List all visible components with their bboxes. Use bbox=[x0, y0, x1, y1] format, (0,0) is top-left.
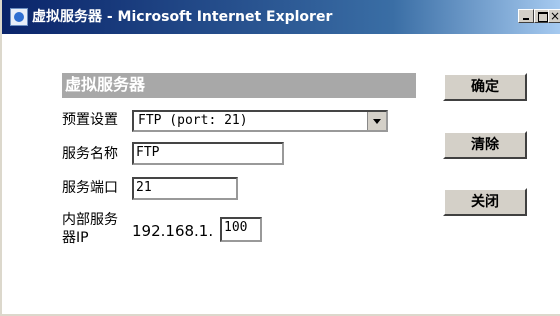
ie-icon bbox=[10, 8, 28, 26]
close-icon: × bbox=[550, 9, 560, 23]
close-window-button[interactable]: × bbox=[548, 9, 560, 23]
minimize-button[interactable] bbox=[518, 9, 534, 23]
ip-prefix: 192.168.1. bbox=[132, 222, 214, 240]
preset-select-value: FTP (port: 21) bbox=[138, 113, 248, 128]
service-port-label: 服务端口 bbox=[62, 180, 118, 196]
internal-server-label-line2: 器IP bbox=[62, 230, 89, 246]
preset-select[interactable]: FTP (port: 21) bbox=[132, 110, 388, 132]
service-port-field[interactable]: 21 bbox=[132, 177, 238, 200]
section-title: 虚拟服务器 bbox=[65, 75, 146, 94]
service-name-field[interactable]: FTP bbox=[132, 142, 284, 165]
clear-button[interactable]: 清除 bbox=[443, 131, 527, 159]
popup-window: 虚拟服务器 - Microsoft Internet Explorer × 虚拟… bbox=[0, 0, 560, 316]
chevron-down-icon[interactable] bbox=[367, 112, 386, 130]
internal-server-label-line1: 内部服务 bbox=[62, 212, 118, 228]
minimize-icon bbox=[523, 18, 529, 20]
preset-label: 预置设置 bbox=[62, 112, 118, 128]
confirm-button[interactable]: 确定 bbox=[443, 73, 527, 101]
close-button[interactable]: 关闭 bbox=[443, 188, 527, 216]
maximize-icon bbox=[538, 12, 548, 22]
service-name-label: 服务名称 bbox=[62, 146, 118, 162]
window-title: 虚拟服务器 - Microsoft Internet Explorer bbox=[32, 9, 333, 25]
section-header: 虚拟服务器 bbox=[62, 73, 416, 98]
title-bar[interactable]: 虚拟服务器 - Microsoft Internet Explorer × bbox=[2, 0, 560, 34]
ip-last-octet-field[interactable]: 100 bbox=[220, 217, 262, 242]
